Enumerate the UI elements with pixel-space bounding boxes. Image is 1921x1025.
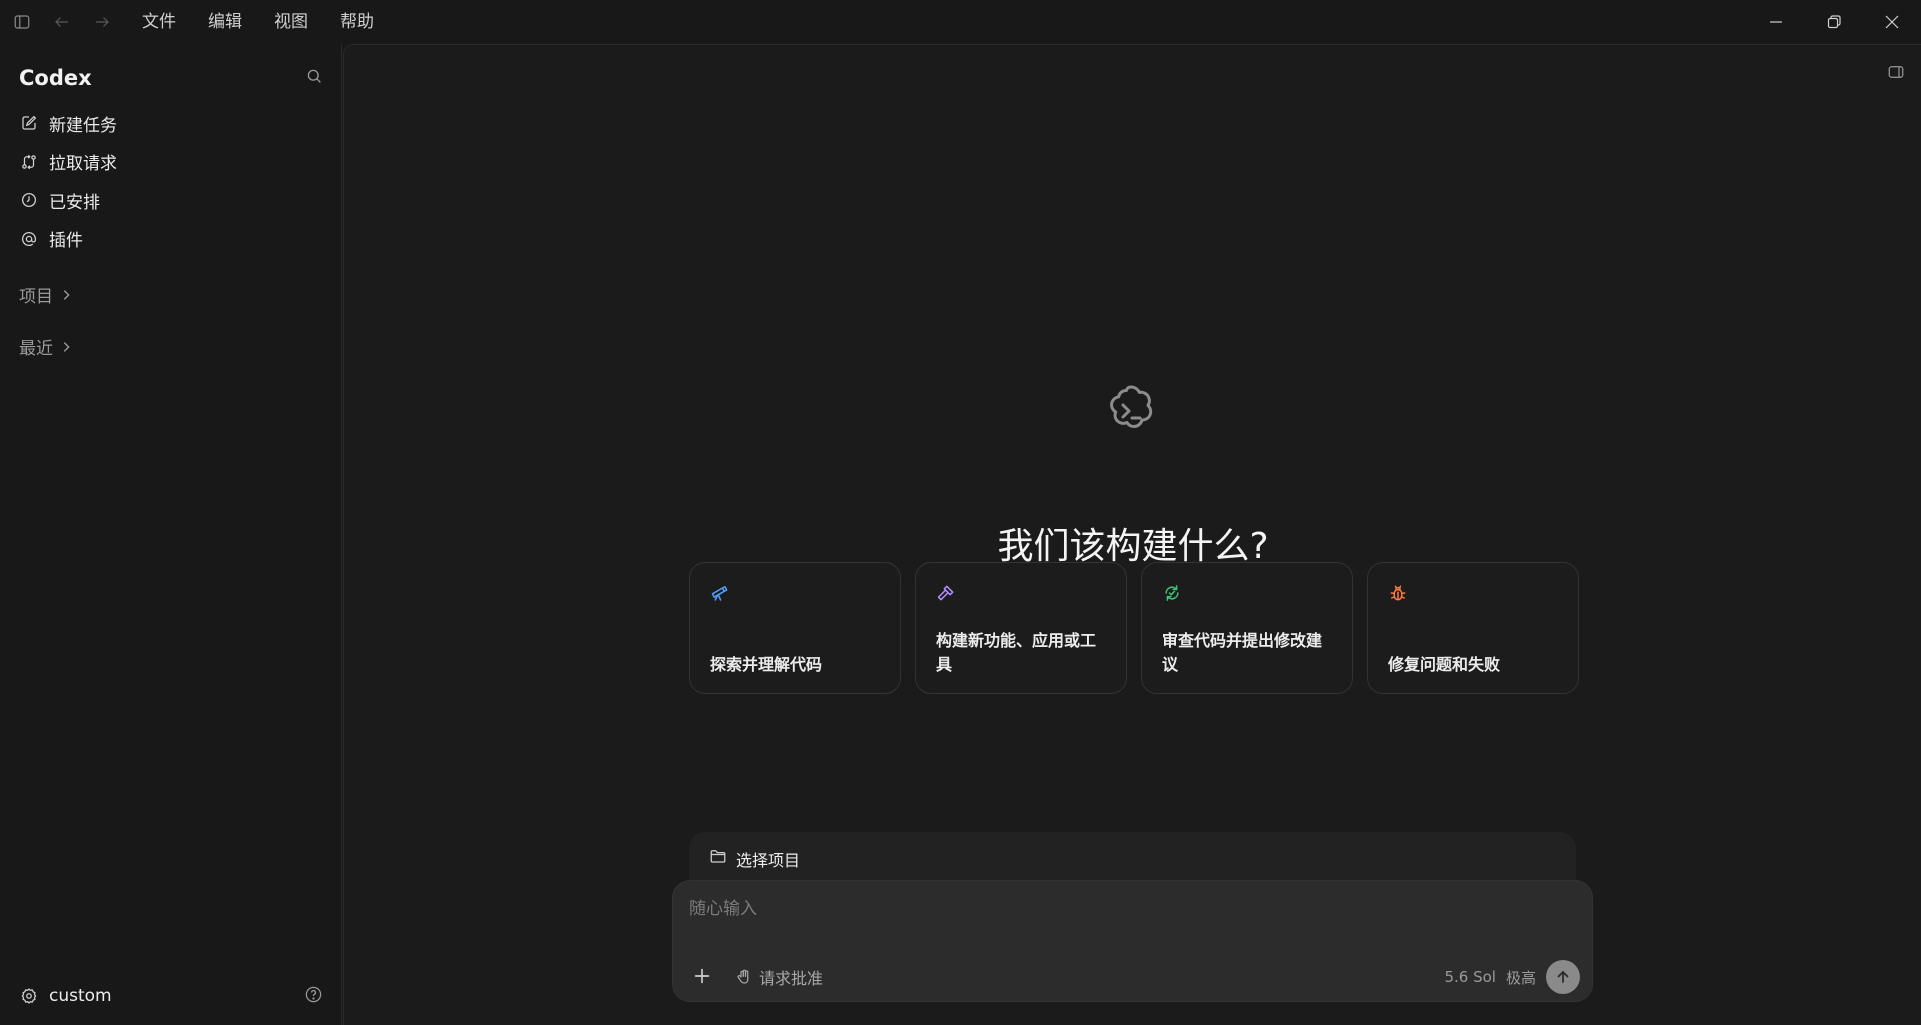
close-button[interactable] [1863, 0, 1921, 44]
minimize-button[interactable] [1747, 0, 1805, 44]
hammer-icon [937, 585, 954, 601]
window-controls [1747, 0, 1921, 44]
sidebar: Codex 新建任务 拉取请求 已安排 插件 项目 最近 custom [0, 44, 342, 1025]
title-bar: 文件 编辑 视图 帮助 [0, 0, 1921, 44]
settings-label: custom [49, 986, 112, 1006]
chevron-right-icon [63, 289, 70, 300]
refresh-check-icon [1165, 585, 1179, 601]
card-explore-code[interactable]: 探索并理解代码 [689, 562, 901, 694]
forward-arrow-icon[interactable] [82, 0, 122, 44]
sidebar-nav: 新建任务 拉取请求 已安排 插件 [0, 104, 341, 258]
card-label: 修复问题和失败 [1388, 655, 1501, 674]
panel-toggle-icon[interactable] [1887, 63, 1905, 85]
edit-icon [22, 115, 37, 130]
sidebar-toggle-icon[interactable] [2, 0, 42, 44]
card-build-feature[interactable]: 构建新功能、应用或工具 [915, 562, 1127, 694]
section-label: 最近 [19, 339, 53, 359]
sidebar-item-label: 已安排 [49, 192, 100, 213]
clock-icon [21, 193, 37, 208]
card-fix-issues[interactable]: 修复问题和失败 [1367, 562, 1579, 694]
folder-icon [710, 850, 726, 863]
app-title: Codex [19, 66, 92, 90]
send-button[interactable] [1546, 960, 1580, 994]
sidebar-item-label: 拉取请求 [49, 154, 117, 175]
composer-controls: 5.6 Sol 极高 [1444, 960, 1580, 994]
sidebar-footer: custom [20, 981, 323, 1011]
menu-help[interactable]: 帮助 [324, 0, 390, 44]
search-icon[interactable] [305, 67, 323, 89]
sidebar-item-pull-requests[interactable]: 拉取请求 [0, 143, 341, 182]
telescope-icon [711, 586, 728, 601]
suggestion-cards: 探索并理解代码 构建新功能、应用或工具 审查代码并提出修改建议 修复问题和失败 [689, 562, 1579, 694]
card-label: 构建新功能、应用或工具 [936, 631, 1097, 674]
section-projects[interactable]: 项目 [19, 282, 73, 307]
sidebar-item-new-task[interactable]: 新建任务 [0, 104, 341, 143]
project-picker[interactable]: 选择项目 [689, 832, 1576, 886]
settings-button[interactable]: custom [20, 986, 112, 1006]
prompt-input[interactable] [689, 895, 1569, 923]
back-arrow-icon[interactable] [42, 0, 82, 44]
help-icon[interactable] [304, 985, 323, 1008]
plus-icon[interactable] [691, 965, 713, 987]
card-review-code[interactable]: 审查代码并提出修改建议 [1141, 562, 1353, 694]
bug-icon [1390, 585, 1406, 601]
sidebar-item-plugins[interactable]: 插件 [0, 220, 341, 259]
composer: 请求批准 5.6 Sol 极高 [672, 880, 1593, 1002]
section-recent[interactable]: 最近 [19, 334, 73, 359]
gear-icon [21, 988, 37, 1004]
reasoning-effort-selector[interactable]: 极高 [1506, 967, 1536, 988]
hand-icon [737, 969, 749, 984]
approval-mode-button[interactable]: 请求批准 [735, 965, 823, 989]
card-label: 审查代码并提出修改建议 [1162, 631, 1323, 674]
sidebar-header: Codex [19, 62, 323, 94]
project-picker-label: 选择项目 [736, 851, 801, 870]
sidebar-item-label: 插件 [49, 231, 83, 252]
model-selector[interactable]: 5.6 Sol [1444, 968, 1496, 986]
menu-bar: 文件 编辑 视图 帮助 [126, 0, 390, 44]
card-label: 探索并理解代码 [710, 655, 823, 674]
sidebar-item-label: 新建任务 [49, 115, 117, 136]
codex-logo-icon [1110, 385, 1153, 428]
restore-button[interactable] [1805, 0, 1863, 44]
section-label: 项目 [19, 287, 53, 307]
approval-mode-label: 请求批准 [759, 969, 824, 988]
main-panel: 我们该构建什么? 探索并理解代码 构建新功能、应用或工具 审查代码并提出修改建议… [343, 44, 1921, 1025]
arrow-up-icon [1557, 971, 1569, 983]
menu-file[interactable]: 文件 [126, 0, 192, 44]
sidebar-item-scheduled[interactable]: 已安排 [0, 181, 341, 220]
menu-edit[interactable]: 编辑 [192, 0, 258, 44]
pull-request-icon [22, 154, 36, 169]
at-icon [21, 231, 37, 246]
menu-view[interactable]: 视图 [258, 0, 324, 44]
chevron-right-icon [63, 341, 70, 352]
